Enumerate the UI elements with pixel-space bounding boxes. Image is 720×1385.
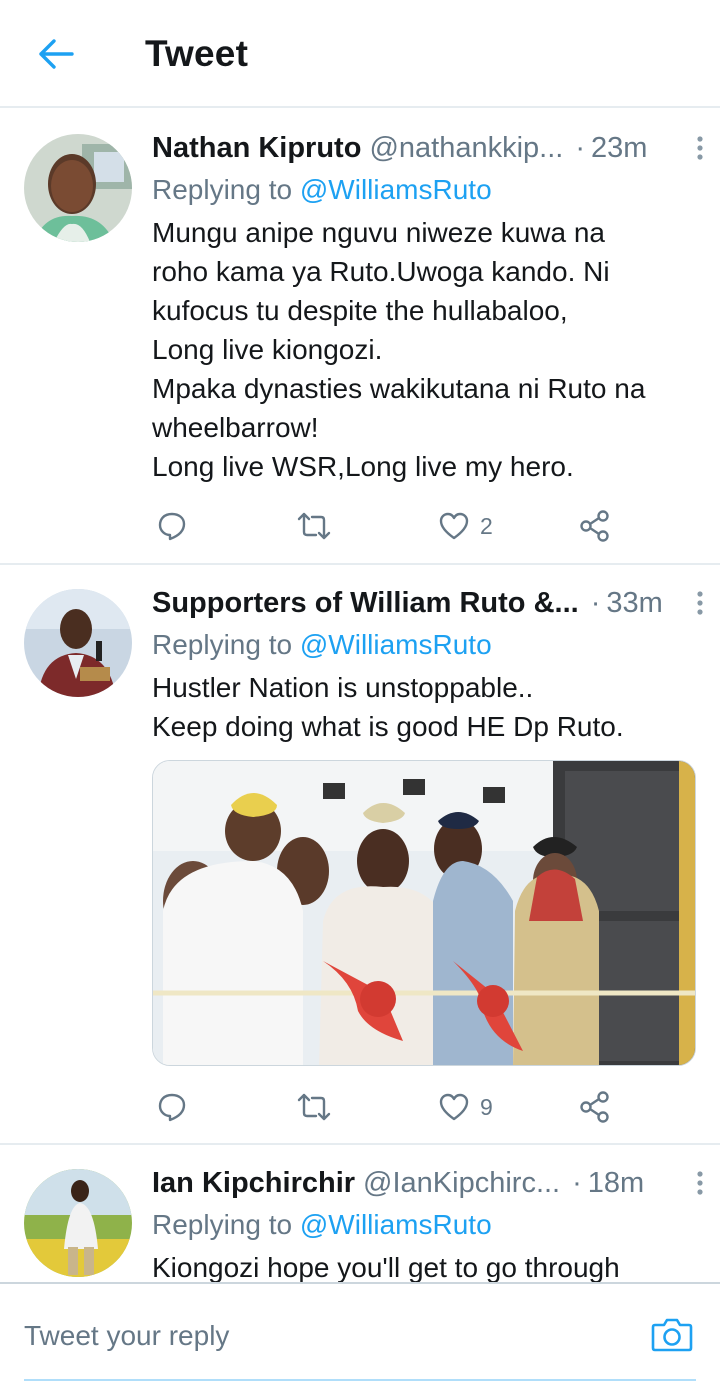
share-icon <box>580 1091 609 1123</box>
more-options-button[interactable] <box>682 1165 718 1201</box>
like-count: 9 <box>480 1093 493 1120</box>
timestamp: 23m <box>591 131 648 164</box>
camera-icon <box>651 1318 693 1352</box>
input-underline <box>24 1379 696 1381</box>
top-app-bar: Tweet <box>0 0 720 108</box>
replying-to-link[interactable]: @WilliamsRuto <box>300 1209 492 1240</box>
reply-composer <box>0 1282 720 1385</box>
tweet-photo[interactable] <box>152 760 696 1066</box>
more-vertical-icon <box>697 1171 703 1195</box>
tweet-item[interactable]: Supporters of William Ruto &... · 33m Re… <box>0 565 720 1145</box>
avatar[interactable] <box>24 589 132 697</box>
more-options-button[interactable] <box>682 585 718 621</box>
heart-icon <box>439 1093 469 1121</box>
separator-dot: · <box>575 131 585 164</box>
tweet-content: Supporters of William Ruto &... · 33m Re… <box>152 583 703 1066</box>
tweet-content: Ian Kipchirchir @IanKipchirc... · 18m Re… <box>152 1163 703 1282</box>
display-name[interactable]: Nathan Kipruto <box>152 132 361 165</box>
heart-icon <box>439 512 469 540</box>
retweet-icon <box>297 512 331 540</box>
tweet-item[interactable]: Ian Kipchirchir @IanKipchirc... · 18m Re… <box>0 1145 720 1282</box>
camera-button[interactable] <box>648 1312 696 1356</box>
replying-to-label: Replying to <box>152 1209 293 1240</box>
replying-to-label: Replying to <box>152 174 293 205</box>
display-name[interactable]: Supporters of William Ruto &... <box>152 587 579 620</box>
reply-icon <box>158 512 186 541</box>
tweet-item[interactable]: Nathan Kipruto @nathankkip... · 23m Repl… <box>0 110 720 565</box>
replying-to: Replying to @WilliamsRuto <box>152 625 702 665</box>
user-handle[interactable]: @IanKipchirc... <box>363 1167 560 1200</box>
tweet-actions: 2 <box>152 504 622 548</box>
tweet-text: Mungu anipe nguvu niweze kuwa na roho ka… <box>152 217 646 482</box>
page-title: Tweet <box>145 33 249 74</box>
replying-to-label: Replying to <box>152 629 293 660</box>
tweet-text: Kiongozi hope you'll get to go through <box>152 1252 620 1282</box>
tweet-text: Hustler Nation is unstoppable.. Keep doi… <box>152 672 624 742</box>
avatar[interactable] <box>24 1169 132 1277</box>
like-button[interactable]: 2 <box>438 511 493 541</box>
like-button[interactable]: 9 <box>438 1092 493 1122</box>
more-options-button[interactable] <box>682 130 718 166</box>
display-name[interactable]: Ian Kipchirchir <box>152 1167 355 1200</box>
replying-to-link[interactable]: @WilliamsRuto <box>300 174 492 205</box>
tweet-content: Nathan Kipruto @nathankkip... · 23m Repl… <box>152 128 703 486</box>
separator-dot: · <box>590 586 601 619</box>
tweet-meta: Ian Kipchirchir @IanKipchirc... · 18m <box>152 1163 703 1203</box>
tweet-actions: 9 <box>152 1085 622 1129</box>
avatar[interactable] <box>24 134 132 242</box>
arrow-left-icon <box>39 39 74 69</box>
retweet-button[interactable] <box>296 510 332 542</box>
reply-button[interactable] <box>156 1091 188 1123</box>
like-count: 2 <box>480 512 493 539</box>
replying-to: Replying to @WilliamsRuto <box>152 170 702 210</box>
retweet-icon <box>297 1093 331 1121</box>
tweet-meta: Nathan Kipruto @nathankkip... · 23m <box>152 128 703 168</box>
timestamp: 18m <box>587 1166 645 1199</box>
more-vertical-icon <box>697 136 703 160</box>
reply-feed[interactable]: Nathan Kipruto @nathankkip... · 23m Repl… <box>0 110 720 1282</box>
user-handle[interactable]: @nathankkip... <box>369 132 563 165</box>
timestamp: 33m <box>606 586 663 619</box>
share-button[interactable] <box>578 1090 612 1124</box>
replying-to-link[interactable]: @WilliamsRuto <box>300 629 492 660</box>
share-icon <box>580 510 609 542</box>
retweet-button[interactable] <box>296 1091 332 1123</box>
separator-dot: · <box>572 1166 582 1199</box>
tweet-meta: Supporters of William Ruto &... · 33m <box>152 583 703 623</box>
reply-input[interactable] <box>24 1314 584 1358</box>
reply-icon <box>158 1093 186 1122</box>
back-button[interactable] <box>36 34 76 74</box>
share-button[interactable] <box>578 509 612 543</box>
reply-button[interactable] <box>156 510 188 542</box>
more-vertical-icon <box>697 591 703 615</box>
replying-to: Replying to @WilliamsRuto <box>152 1205 702 1245</box>
